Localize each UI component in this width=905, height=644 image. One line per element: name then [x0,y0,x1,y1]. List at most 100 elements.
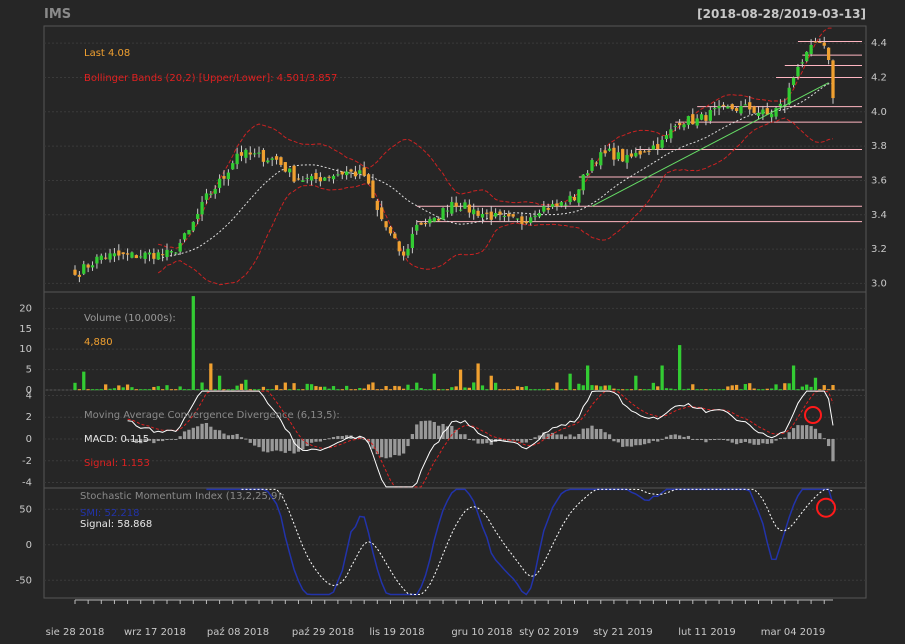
candle-body [143,252,147,259]
volume-bar [314,386,318,390]
volume-bar [515,386,520,390]
candle-body [156,252,160,260]
candle-body [336,174,340,176]
candle-body [752,106,756,113]
macd-histogram-bar [765,439,769,444]
volume-bar [358,388,362,390]
volume-tick-label: 15 [19,324,32,335]
macd-histogram-bar [813,428,818,439]
volume-bar [612,388,616,390]
candle-body [366,174,371,184]
macd-histogram-bar [279,439,283,452]
volume-bar [371,382,375,390]
volume-bar [472,382,476,390]
macd-histogram-bar [476,439,480,444]
smi-panel [43,487,867,599]
volume-bar [187,389,191,391]
candle-body [152,253,156,259]
volume-bar [739,389,743,391]
candle-body [550,204,555,207]
candle-body [826,47,831,60]
candle-body [480,213,485,218]
macd-histogram-bar [480,439,485,444]
candle-body [502,215,507,217]
volume-bar [485,389,489,391]
macd-histogram-bar [704,439,708,443]
macd-histogram-bar [182,431,187,439]
macd-histogram-bar [524,439,528,443]
volume-bar [590,385,594,390]
macd-histogram-bar [384,439,388,459]
macd-histogram-bar [796,425,800,439]
candle-body [318,177,322,182]
macd-histogram-bar [713,439,717,440]
volume-bar [691,384,695,390]
volume-bar [239,383,244,390]
volume-bar [743,384,748,390]
price-tick-label: 3.0 [871,278,887,289]
candle-body [327,176,331,178]
macd-histogram-bar [770,439,774,444]
volume-bar [112,388,117,390]
candle-body [169,251,174,253]
candle-body [226,172,230,180]
volume-legend-title: Volume (10,000s): [84,313,176,324]
macd-histogram-bar [165,439,169,440]
macd-histogram-bar [244,438,248,440]
volume-bar [165,385,169,390]
macd-histogram-bar [270,439,274,452]
volume-bar [599,386,603,390]
candle-body [410,233,415,249]
volume-bar [296,389,301,391]
macd-histogram-bar [660,438,664,440]
volume-bar [441,389,445,391]
volume-bar [134,389,138,391]
candle-body [283,162,287,172]
candle-body [660,139,664,148]
candle-body [77,274,82,277]
volume-bar [533,389,537,391]
candle-body [213,189,217,194]
candle-body [266,160,270,163]
volume-bar [493,382,498,390]
macd-histogram-bar [721,439,726,440]
volume-bar [86,389,90,391]
volume-bar [77,389,82,391]
candle-body [301,180,305,182]
macd-histogram-bar [791,428,796,439]
macd-histogram-bar [638,439,642,446]
macd-histogram-bar [594,428,599,439]
volume-bar [388,389,393,391]
macd-histogram-bar [520,439,524,443]
macd-legend-value: MACD: 0.115 [84,434,149,445]
macd-histogram-bar [178,436,182,439]
candle-body [616,152,620,160]
volume-bar [577,383,581,390]
volume-bar [498,389,502,391]
volume-bar [489,375,493,390]
macd-histogram-bar [318,439,322,442]
volume-bar [550,388,555,390]
macd-histogram-bar [783,437,787,439]
macd-histogram-bar [283,439,287,453]
candle-body [288,168,292,173]
volume-bar [555,382,559,390]
macd-histogram-bar [559,434,563,439]
candle-body [498,211,502,215]
candle-body [586,173,590,176]
volume-bar [450,387,454,390]
volume-bar [625,389,629,391]
volume-bar [581,385,585,390]
volume-bar [336,389,340,391]
candle-body [673,125,677,127]
volume-bar [437,389,441,391]
macd-histogram-bar [682,436,686,439]
volume-bar [629,389,634,391]
macd-histogram-bar [314,439,318,442]
bollinger-legend: Bollinger Bands (20,2) [Upper/Lower]: 4.… [84,73,337,84]
volume-bar [349,389,353,391]
x-axis-label: wrz 17 2018 [124,627,186,638]
volume-bar [274,385,279,390]
smi-tick-label: 50 [19,504,32,515]
volume-bar [305,383,309,390]
